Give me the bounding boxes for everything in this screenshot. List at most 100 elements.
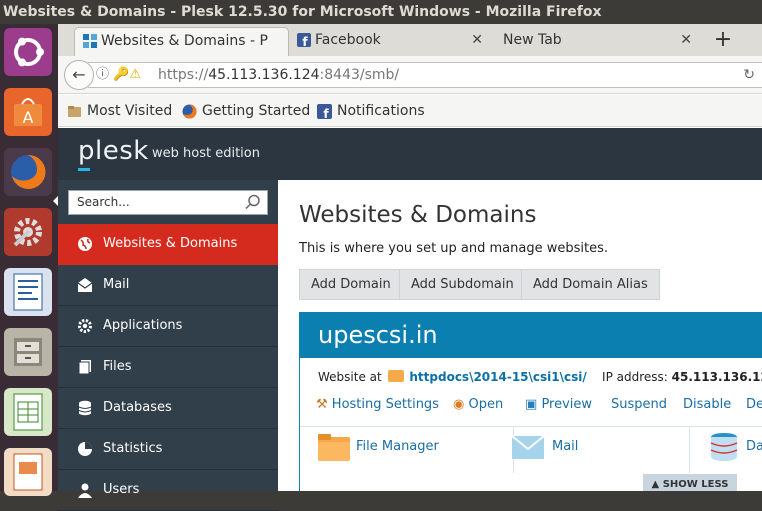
writer-icon[interactable] [4, 268, 52, 316]
tab-label: Websites & Domains - P [101, 33, 268, 49]
document-root-link[interactable]: httpdocs\2014-15\csi1\csi/ [409, 370, 586, 384]
tools-icon: ⚒ [316, 397, 328, 412]
search-placeholder: Search... [77, 195, 130, 209]
domain-card: upescsi.in Website at httpdocs\2014-15\c… [299, 312, 762, 491]
url-text[interactable]: https://45.113.136.124:8443/smb/ [158, 63, 399, 87]
mail-tool[interactable]: Mail [512, 427, 690, 473]
database-icon [710, 433, 738, 461]
nav-websites-domains[interactable]: Websites & Domains [58, 224, 278, 265]
warning-icon: ⚠ [129, 67, 141, 82]
close-tab-icon[interactable]: ✕ [680, 27, 692, 53]
reload-icon[interactable]: ↻ [743, 63, 755, 87]
nav-mail[interactable]: Mail [58, 265, 278, 306]
svg-text:A: A [23, 108, 34, 127]
ubuntu-dash-icon[interactable] [4, 28, 52, 76]
preview-link[interactable]: ▣ Preview [525, 397, 592, 412]
tab-label: New Tab [503, 32, 562, 48]
tool-label: Da [746, 439, 762, 454]
firefox-window: Websites & Domains - P f Facebook ✕ New … [58, 24, 762, 511]
impress-icon[interactable] [4, 448, 52, 496]
action-label: Hosting Settings [331, 397, 439, 412]
page-title: Websites & Domains [299, 202, 537, 228]
ip-label: IP address: [602, 370, 668, 384]
plesk-logo-accent [78, 168, 90, 171]
delete-link[interactable]: De [746, 397, 762, 412]
facebook-icon: f [317, 104, 332, 119]
calc-icon[interactable] [4, 388, 52, 436]
nav-files[interactable]: Files [58, 347, 278, 388]
folder-icon [68, 106, 81, 117]
hosting-settings-link[interactable]: ⚒ Hosting Settings [316, 397, 439, 412]
bookmark-label: Getting Started [202, 103, 311, 119]
gear-icon [78, 319, 92, 333]
new-tab-button[interactable]: + [708, 26, 738, 54]
firefox-icon[interactable] [4, 148, 52, 196]
site-identity-icons[interactable]: ⓘ 🔑⚠ [96, 63, 141, 87]
main-content: Websites & Domains This is where you set… [278, 180, 762, 491]
bookmark-notifications[interactable]: f Notifications [316, 95, 425, 127]
add-domain-alias-button[interactable]: Add Domain Alias [521, 269, 660, 300]
globe-icon: ◉ [453, 397, 465, 412]
bookmarks-toolbar: Most Visited Getting Started f Notificat… [58, 95, 762, 127]
plesk-header: plesk web host edition [58, 128, 762, 180]
search-input[interactable]: Search... [68, 190, 268, 215]
search-icon[interactable] [245, 194, 261, 210]
tool-label: Mail [552, 439, 579, 454]
file-cabinet-icon[interactable] [4, 328, 52, 376]
facebook-favicon-icon: f [297, 33, 311, 47]
tool-label: File Manager [356, 439, 439, 454]
tab-facebook[interactable]: f Facebook ✕ [289, 27, 489, 56]
plesk-logo[interactable]: plesk [78, 136, 149, 166]
nav-statistics[interactable]: Statistics [58, 429, 278, 470]
back-button[interactable]: ← [64, 60, 94, 90]
nav-label: Files [103, 359, 132, 374]
files-icon [78, 360, 91, 375]
window-title: Websites & Domains - Plesk 12.5.30 for M… [0, 0, 762, 24]
url-prefix: https:// [158, 67, 209, 83]
nav-label: Databases [103, 400, 172, 415]
svg-text:f: f [302, 35, 308, 47]
bookmark-most-visited[interactable]: Most Visited [66, 95, 172, 127]
domain-tools: File Manager Mail Da [300, 426, 762, 473]
mail-icon [77, 278, 93, 292]
url-bar[interactable]: ⓘ 🔑⚠ https://45.113.136.124:8443/smb/ ↻ [88, 62, 762, 88]
pie-chart-icon [78, 442, 92, 456]
bookmark-getting-started[interactable]: Getting Started [181, 95, 310, 127]
website-at-label: Website at [318, 370, 382, 384]
svg-text:f: f [323, 107, 329, 119]
url-host: 45.113.136.124 [208, 67, 320, 83]
envelope-icon [512, 435, 544, 459]
add-domain-button[interactable]: Add Domain [299, 269, 403, 300]
page-description: This is where you set up and manage webs… [299, 241, 608, 256]
suspend-link[interactable]: Suspend [611, 397, 667, 412]
plesk-edition: web host edition [152, 146, 260, 161]
tab-label: Facebook [315, 32, 381, 48]
tab-new-tab[interactable]: New Tab ✕ [478, 27, 698, 56]
software-center-icon[interactable]: A [4, 88, 52, 136]
users-icon [78, 483, 92, 498]
nav-label: Applications [103, 318, 183, 333]
system-settings-icon[interactable] [4, 208, 52, 256]
nav-bar: ⓘ 🔑⚠ https://45.113.136.124:8443/smb/ ↻ … [58, 56, 762, 94]
file-manager-tool[interactable]: File Manager [318, 427, 514, 473]
add-subdomain-button[interactable]: Add Subdomain [399, 269, 526, 300]
plesk-favicon-icon [83, 34, 97, 48]
databases-tool[interactable]: Da [708, 427, 762, 473]
action-label: Preview [541, 397, 593, 412]
url-path: :8443/smb/ [319, 67, 400, 83]
nav-databases[interactable]: Databases [58, 388, 278, 429]
domain-name[interactable]: upescsi.in [300, 313, 762, 358]
globe-icon [78, 237, 92, 251]
show-less-button[interactable]: ▲ SHOW LESS [643, 474, 737, 491]
disable-link[interactable]: Disable [683, 397, 731, 412]
nav-applications[interactable]: Applications [58, 306, 278, 347]
key-icon: 🔑 [113, 67, 130, 82]
open-link[interactable]: ◉ Open [453, 397, 503, 412]
tab-websites-domains[interactable]: Websites & Domains - P [74, 27, 289, 56]
domain-info-row: Website at httpdocs\2014-15\csi1\csi/ IP… [318, 370, 762, 384]
nav-label: Mail [103, 277, 130, 292]
folder-icon [387, 370, 404, 382]
database-icon [78, 400, 92, 416]
folder-icon [318, 434, 350, 461]
bookmark-label: Most Visited [87, 103, 173, 119]
